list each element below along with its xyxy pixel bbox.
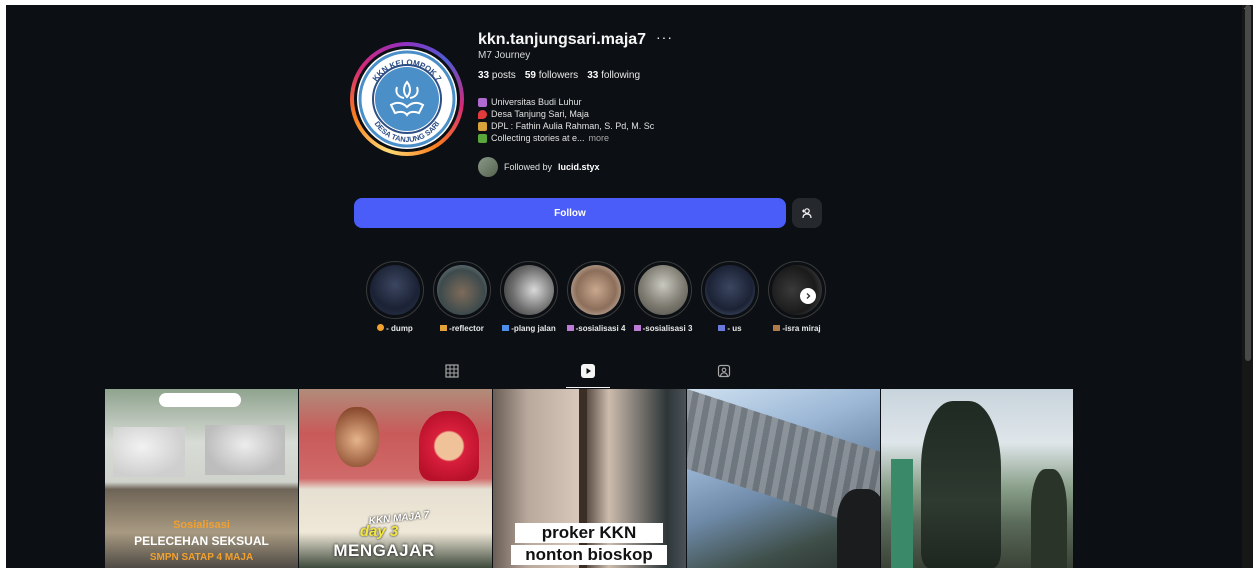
instagram-profile-page: KKN KELOMPOK 7 DESA TANJUNG SARI kkn.tan… <box>6 5 1242 568</box>
post-caption-bottom: SMPN SATAP 4 MAJA <box>149 552 254 563</box>
kkn-logo: KKN KELOMPOK 7 DESA TANJUNG SARI <box>357 49 457 149</box>
mailbox-icon <box>718 325 726 331</box>
highlight-dump[interactable]: - dump <box>366 261 424 333</box>
highlight-sosialisasi-4[interactable]: -sosialisasi 4 <box>566 261 625 333</box>
tagged-icon <box>717 364 731 378</box>
posts-stat: 33 posts <box>478 70 516 81</box>
highlight-label: -isra miraj <box>748 324 846 333</box>
scrollbar-thumb[interactable] <box>1245 5 1251 361</box>
profile-bio: Universitas Budi Luhur Desa Tanjung Sari… <box>478 96 654 144</box>
tab-posts[interactable] <box>444 363 460 379</box>
followed-by[interactable]: Followed by lucid.styx <box>478 157 600 177</box>
posts-grid: Sosialisasi PELECEHAN SEKSUAL SMPN SATAP… <box>105 389 1073 568</box>
grid-icon <box>445 364 459 378</box>
tab-reels[interactable] <box>580 363 596 379</box>
highlight-isra-miraj[interactable]: -isra miraj <box>768 261 826 333</box>
post-4[interactable] <box>687 389 880 568</box>
post-caption-top: Sosialisasi <box>173 519 230 531</box>
profile-full-name: M7 Journey <box>478 50 531 61</box>
books-icon <box>478 121 487 131</box>
highlight-us[interactable]: - us <box>701 261 759 333</box>
profile-stats: 33 posts 59 followers 33 following <box>478 70 640 81</box>
post-caption-top: proker KKN <box>515 523 663 543</box>
post-1[interactable]: Sosialisasi PELECEHAN SEKSUAL SMPN SATAP… <box>105 389 298 568</box>
tab-tagged[interactable] <box>716 363 732 379</box>
person-add-icon[interactable] <box>792 198 822 228</box>
followed-by-username[interactable]: lucid.styx <box>558 162 600 172</box>
school-icon <box>566 325 574 331</box>
flag-icon <box>502 325 510 331</box>
mosque-icon <box>773 325 781 331</box>
bio-more-link[interactable]: more <box>589 132 610 144</box>
post-caption-bottom: MENGAJAR <box>333 541 435 560</box>
school-icon <box>478 97 487 107</box>
emoji-icon <box>377 324 385 331</box>
school-icon <box>633 325 641 331</box>
profile-username: kkn.tanjungsari.maja7 <box>478 31 647 48</box>
following-stat[interactable]: 33 following <box>587 70 640 81</box>
follower-avatar <box>478 157 498 177</box>
chevron-right-icon[interactable] <box>800 288 816 304</box>
reels-icon <box>581 364 595 378</box>
post-caption-bottom: nonton bioskop <box>511 545 667 565</box>
post-3[interactable]: proker KKN nonton bioskop <box>493 389 686 568</box>
page-scrollbar[interactable] <box>1242 5 1253 568</box>
profile-avatar[interactable]: KKN KELOMPOK 7 DESA TANJUNG SARI <box>350 42 464 156</box>
post-caption-mid: PELECEHAN SEKSUAL <box>134 534 269 548</box>
pin-icon <box>478 109 487 119</box>
tree-icon <box>478 133 487 143</box>
sponsor-logos <box>159 393 241 407</box>
follow-button[interactable]: Follow <box>354 198 786 228</box>
more-options-icon[interactable]: ··· <box>656 29 673 45</box>
post-2[interactable]: KKN MAJA 7 day 3 MENGAJAR <box>299 389 492 568</box>
highlight-plang-jalan[interactable]: -plang jalan <box>500 261 558 333</box>
highlight-reflector[interactable]: -reflector <box>433 261 491 333</box>
followers-stat[interactable]: 59 followers <box>525 70 578 81</box>
post-caption-mid: day 3 <box>359 523 399 540</box>
post-5[interactable] <box>881 389 1073 568</box>
active-tab-indicator <box>566 387 610 388</box>
highlight-sosialisasi-3[interactable]: -sosialisasi 3 <box>633 261 692 333</box>
emoji-icon <box>440 325 448 331</box>
